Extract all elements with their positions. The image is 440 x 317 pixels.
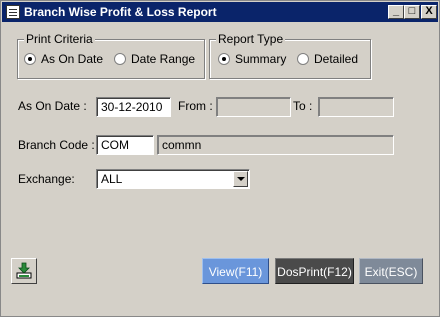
print-criteria-legend: Print Criteria [24,32,95,46]
branch-code-label: Branch Code : [18,138,95,152]
as-on-date-input[interactable]: 30-12-2010 [96,97,171,117]
summary-radio-label[interactable]: Summary [235,52,286,66]
download-icon [16,262,32,279]
date-range-radio[interactable] [114,53,126,65]
exchange-label: Exchange: [18,172,75,186]
branch-name-field: commn [157,135,394,155]
exit-button[interactable]: Exit(ESC) [359,258,423,284]
from-label: From : [178,99,213,113]
date-range-radio-label[interactable]: Date Range [131,52,195,66]
to-label: To : [293,99,313,113]
exchange-selected-value: ALL [101,172,123,186]
branch-code-input[interactable]: COM [96,135,154,155]
app-window-icon [6,5,20,19]
title-bar: Branch Wise Profit & Loss Report _ □ X [2,2,438,22]
report-window: Branch Wise Profit & Loss Report _ □ X P… [0,0,440,317]
close-button[interactable]: X [421,5,437,19]
from-date-input[interactable] [216,97,291,117]
maximize-button[interactable]: □ [404,5,420,19]
view-button[interactable]: View(F11) [202,258,269,284]
report-type-group: Report Type Summary Detailed [209,32,371,79]
window-title: Branch Wise Profit & Loss Report [24,5,217,19]
detailed-radio-label[interactable]: Detailed [314,52,358,66]
print-criteria-group: Print Criteria As On Date Date Range [17,32,205,79]
minimize-button[interactable]: _ [388,5,404,19]
report-type-legend: Report Type [216,32,286,46]
as-on-date-radio-label[interactable]: As On Date [41,52,103,66]
exchange-select[interactable]: ALL [96,169,250,189]
to-date-input[interactable] [318,97,394,117]
as-on-date-radio[interactable] [24,53,36,65]
summary-radio[interactable] [218,53,230,65]
dosprint-button[interactable]: DosPrint(F12) [275,258,354,284]
detailed-radio[interactable] [297,53,309,65]
chevron-down-icon[interactable] [233,171,248,187]
as-on-date-label: As On Date : [18,99,87,113]
download-button[interactable] [11,258,37,284]
